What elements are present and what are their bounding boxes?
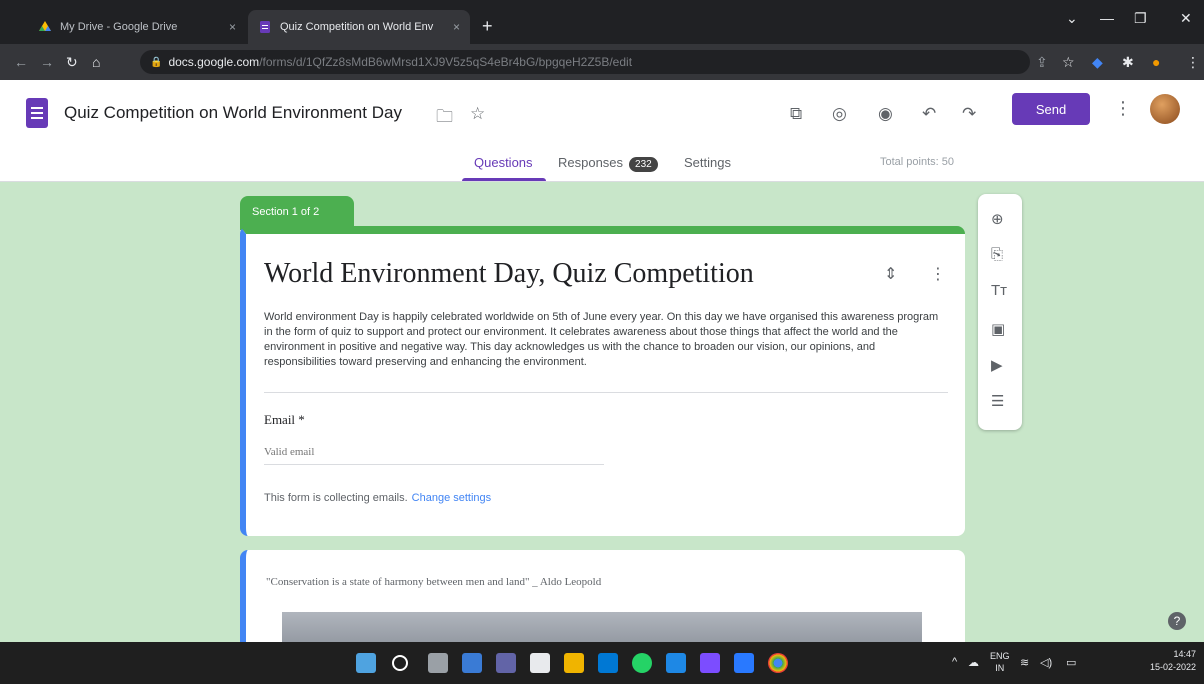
back-icon[interactable]: ← bbox=[14, 54, 28, 70]
collapse-section-icon[interactable]: ⇕ bbox=[884, 264, 897, 284]
section-more-icon[interactable]: ⋮ bbox=[930, 264, 946, 284]
tab-close-icon[interactable]: × bbox=[453, 20, 460, 34]
avatar[interactable] bbox=[1150, 94, 1180, 124]
quote-text: "Conservation is a state of harmony betw… bbox=[266, 576, 602, 588]
search-icon[interactable] bbox=[392, 655, 408, 671]
responses-count-badge: 232 bbox=[629, 157, 658, 172]
send-button[interactable]: Send bbox=[1012, 93, 1090, 125]
add-question-icon[interactable]: ⊕ bbox=[991, 210, 1004, 228]
tab-title: My Drive - Google Drive bbox=[60, 21, 178, 33]
wifi-icon[interactable]: ≋ bbox=[1020, 656, 1029, 669]
whatsapp-icon[interactable] bbox=[632, 653, 652, 673]
clock[interactable]: 14:47 15-02-2022 bbox=[1150, 648, 1196, 674]
redo-icon[interactable]: ↷ bbox=[962, 104, 976, 124]
lock-icon: 🔒 bbox=[150, 56, 163, 68]
url-host: docs.google.com bbox=[168, 55, 260, 69]
home-icon[interactable]: ⌂ bbox=[92, 54, 100, 70]
forms-header: Quiz Competition on World Environment Da… bbox=[0, 80, 1204, 182]
form-header-card[interactable]: World Environment Day, Quiz Competition … bbox=[240, 226, 965, 536]
quote-card[interactable]: "Conservation is a state of harmony betw… bbox=[240, 550, 965, 642]
folder-app-icon[interactable] bbox=[564, 653, 584, 673]
form-tabs: Questions Responses 232 Settings Total po… bbox=[0, 152, 1204, 182]
clock-time: 14:47 bbox=[1173, 649, 1197, 659]
mail-icon[interactable] bbox=[598, 653, 618, 673]
folder-icon[interactable]: 🗀 bbox=[436, 104, 453, 133]
browser-menu-icon[interactable]: ⋮ bbox=[1186, 54, 1200, 71]
share-icon[interactable]: ⇪ bbox=[1036, 54, 1048, 71]
url-path: /forms/d/1QfZz8sMdB6wMrsd1XJ9V5z5qS4eBr4… bbox=[259, 55, 633, 69]
file-explorer-icon[interactable] bbox=[530, 653, 550, 673]
section-label: Section 1 of 2 bbox=[240, 196, 354, 230]
tab-settings[interactable]: Settings bbox=[684, 155, 731, 170]
tab-questions[interactable]: Questions bbox=[474, 155, 533, 170]
store-icon[interactable] bbox=[700, 653, 720, 673]
collect-text: This form is collecting emails. bbox=[264, 492, 408, 504]
form-editor-canvas: Section 1 of 2 World Environment Day, Qu… bbox=[0, 182, 1204, 642]
tab-close-icon[interactable]: × bbox=[229, 20, 236, 34]
total-points: Total points: 50 bbox=[880, 156, 954, 168]
add-title-icon[interactable]: Tт bbox=[991, 282, 1007, 299]
add-section-icon[interactable]: ☰ bbox=[991, 392, 1004, 410]
lang-top: ENG bbox=[990, 651, 1010, 661]
preview-eye-icon[interactable]: ◉ bbox=[878, 104, 893, 124]
profile-icon[interactable]: ● bbox=[1152, 54, 1160, 70]
clock-date: 15-02-2022 bbox=[1150, 662, 1197, 672]
collecting-emails-note: This form is collecting emails. Change se… bbox=[264, 492, 491, 504]
extension-icon[interactable]: ◆ bbox=[1092, 54, 1103, 71]
browser-toolbar: ← → ↻ ⌂ 🔒 docs.google.com /forms/d/1QfZz… bbox=[0, 44, 1204, 80]
windows-start-icon[interactable] bbox=[356, 653, 376, 673]
google-forms-logo-icon[interactable] bbox=[26, 98, 48, 128]
tab-title: Quiz Competition on World Env bbox=[280, 21, 434, 33]
palette-icon[interactable]: ◎ bbox=[832, 104, 847, 124]
onedrive-icon[interactable]: ☁ bbox=[968, 656, 979, 669]
forward-icon[interactable]: → bbox=[40, 54, 54, 70]
windows-taskbar: ^ ☁ ENG IN ≋ ◁) ▭ 14:47 15-02-2022 bbox=[0, 642, 1204, 684]
teams-icon[interactable] bbox=[496, 653, 516, 673]
language-indicator[interactable]: ENG IN bbox=[990, 650, 1010, 674]
divider bbox=[264, 392, 948, 393]
tray-overflow-icon[interactable]: ^ bbox=[952, 656, 957, 668]
widgets-icon[interactable] bbox=[462, 653, 482, 673]
import-questions-icon[interactable]: ⎘ bbox=[991, 246, 1003, 263]
tab-responses[interactable]: Responses 232 bbox=[558, 155, 658, 172]
undo-icon[interactable]: ↶ bbox=[922, 104, 936, 124]
tab-quiz-form[interactable]: Quiz Competition on World Env × bbox=[248, 10, 470, 44]
google-drive-icon bbox=[39, 21, 51, 31]
add-ons-icon[interactable]: ⧉ bbox=[790, 104, 802, 124]
volume-icon[interactable]: ◁) bbox=[1040, 656, 1052, 669]
new-tab-button[interactable]: + bbox=[482, 16, 493, 37]
header-image bbox=[282, 612, 922, 642]
tab-my-drive[interactable]: My Drive - Google Drive × bbox=[28, 10, 246, 44]
battery-icon[interactable]: ▭ bbox=[1066, 656, 1076, 669]
bookmark-star-icon[interactable]: ☆ bbox=[1062, 54, 1075, 71]
form-title[interactable]: World Environment Day, Quiz Competition bbox=[264, 258, 754, 290]
add-video-icon[interactable]: ▶ bbox=[991, 356, 1003, 374]
active-tab-indicator bbox=[462, 178, 546, 181]
form-document-title[interactable]: Quiz Competition on World Environment Da… bbox=[64, 103, 402, 123]
tab-responses-label: Responses bbox=[558, 155, 624, 170]
tab-search-icon[interactable]: ⌄ bbox=[1066, 10, 1078, 27]
add-image-icon[interactable]: ▣ bbox=[991, 320, 1005, 338]
help-icon[interactable]: ? bbox=[1168, 612, 1186, 630]
chrome-icon[interactable] bbox=[768, 653, 788, 673]
extensions-puzzle-icon[interactable]: ✱ bbox=[1122, 54, 1134, 71]
window-close-icon[interactable]: ✕ bbox=[1180, 10, 1192, 27]
task-view-icon[interactable] bbox=[428, 653, 448, 673]
minimize-icon[interactable]: — bbox=[1100, 10, 1114, 26]
change-settings-link[interactable]: Change settings bbox=[412, 492, 492, 504]
maximize-icon[interactable]: ❐ bbox=[1134, 10, 1147, 27]
more-options-icon[interactable]: ⋮ bbox=[1114, 98, 1132, 119]
lang-bottom: IN bbox=[995, 663, 1005, 673]
browser-tabstrip: My Drive - Google Drive × Quiz Competiti… bbox=[0, 0, 1204, 44]
floating-toolbar: ⊕ ⎘ Tт ▣ ▶ ☰ bbox=[978, 194, 1022, 430]
star-icon[interactable]: ☆ bbox=[470, 104, 485, 124]
email-question-label: Email * bbox=[264, 412, 305, 427]
form-description[interactable]: World environment Day is happily celebra… bbox=[264, 310, 948, 370]
photos-icon[interactable] bbox=[734, 653, 754, 673]
zoom-icon[interactable] bbox=[666, 653, 686, 673]
google-forms-icon bbox=[260, 21, 270, 33]
email-field[interactable] bbox=[264, 446, 604, 465]
reload-icon[interactable]: ↻ bbox=[66, 54, 78, 71]
address-bar[interactable]: 🔒 docs.google.com /forms/d/1QfZz8sMdB6wM… bbox=[140, 50, 1030, 74]
